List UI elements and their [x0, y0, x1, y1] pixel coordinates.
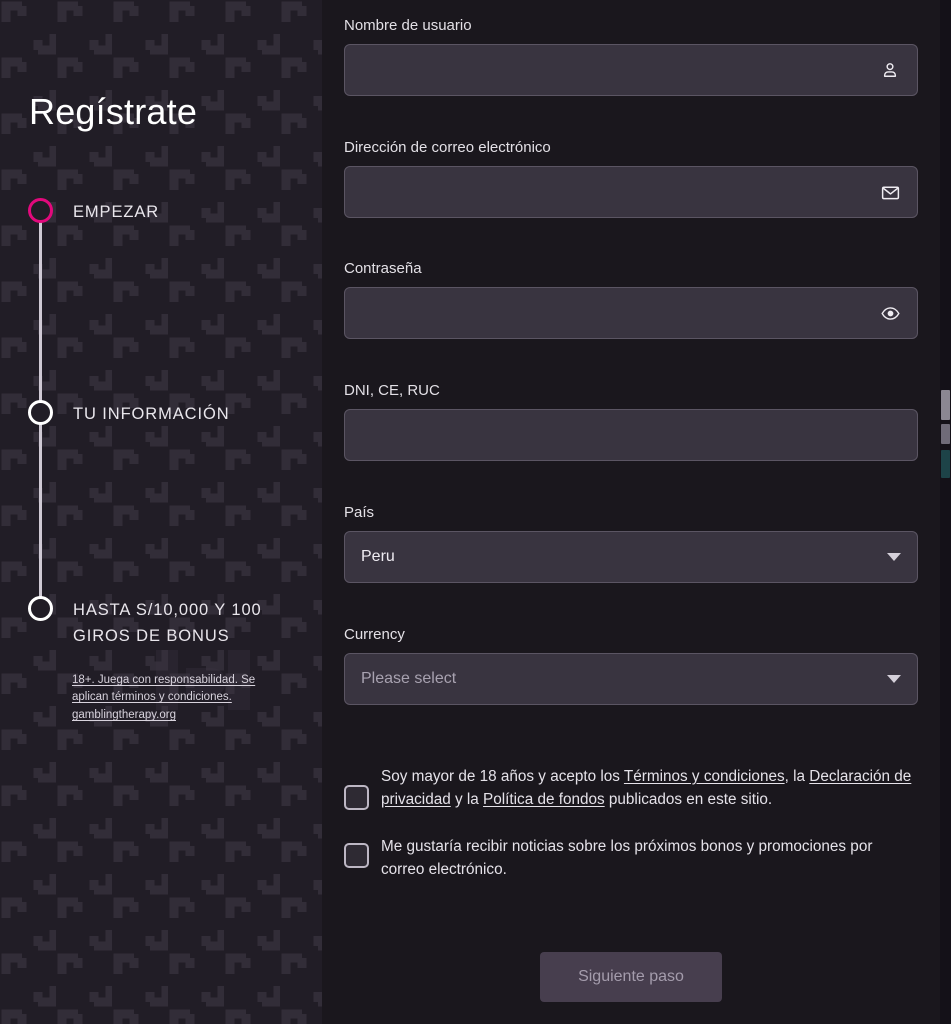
sidebar-content: Regístrate EMPEZAR TU INFORMACIÓN HASTA …: [0, 0, 322, 1024]
input-wrapper-username[interactable]: [344, 44, 918, 96]
field-email: Dirección de correo electrónico: [344, 139, 918, 218]
field-country: País Peru: [344, 504, 918, 583]
envelope-icon: [879, 181, 901, 203]
registration-form-panel: Nombre de usuario Dirección de correo el…: [322, 0, 951, 1024]
step-dot-icon-1: [28, 198, 53, 223]
label-currency: Currency: [344, 626, 405, 643]
marketing-checkbox[interactable]: [344, 842, 369, 868]
consent-row-terms: Soy mayor de 18 años y acepto los Términ…: [344, 765, 924, 812]
label-dni: DNI, CE, RUC: [344, 382, 440, 399]
field-currency: Currency Please select: [344, 626, 918, 705]
username-input[interactable]: [361, 45, 879, 95]
label-password: Contraseña: [344, 260, 422, 277]
field-password: Contraseña: [344, 260, 918, 339]
country-select[interactable]: Peru: [344, 531, 918, 583]
chevron-down-icon-country: [887, 553, 901, 561]
field-username: Nombre de usuario: [344, 17, 918, 96]
right-edge-cutoff-region: [940, 0, 951, 1024]
email-input[interactable]: [361, 167, 879, 217]
terms-text-part-1: Soy mayor de 18 años y acepto los: [381, 768, 624, 785]
dni-input[interactable]: [361, 410, 901, 460]
registration-page: Regístrate EMPEZAR TU INFORMACIÓN HASTA …: [0, 0, 951, 1024]
user-icon: [879, 59, 901, 81]
funds-policy-link[interactable]: Política de fondos: [483, 791, 605, 808]
terms-checkbox[interactable]: [344, 785, 369, 810]
country-select-value: Peru: [361, 548, 395, 565]
label-email: Dirección de correo electrónico: [344, 139, 551, 156]
terms-text-part-4: publicados en este sitio.: [604, 791, 773, 809]
stepper-step-label-2: TU INFORMACIÓN: [73, 405, 230, 423]
chevron-down-icon-currency: [887, 675, 901, 683]
field-dni: DNI, CE, RUC: [344, 382, 918, 461]
cutoff-fragment-1: [941, 390, 950, 420]
registration-sidebar: Regístrate EMPEZAR TU INFORMACIÓN HASTA …: [0, 0, 322, 1024]
currency-select[interactable]: Please select: [344, 653, 918, 705]
cutoff-fragment-2: [941, 424, 950, 444]
terms-checkbox-label: Soy mayor de 18 años y acepto los Términ…: [381, 765, 915, 812]
stepper-step-label-3: HASTA S/10,000 Y 100 GIROS DE BONUS: [73, 601, 262, 645]
page-title: Regístrate: [29, 91, 198, 132]
label-country: País: [344, 504, 375, 521]
input-wrapper-dni[interactable]: [344, 409, 918, 461]
submit-button-wrapper: Siguiente paso: [344, 952, 918, 1002]
eye-icon[interactable]: [879, 302, 901, 324]
step-dot-icon-3: [28, 596, 53, 621]
label-username: Nombre de usuario: [344, 17, 472, 34]
password-input[interactable]: [361, 288, 879, 338]
currency-select-value: Please select: [361, 670, 457, 687]
marketing-checkbox-label: Me gustaría recibir noticias sobre los p…: [381, 837, 873, 879]
terms-text-part-3: y la: [450, 791, 484, 809]
input-wrapper-email[interactable]: [344, 166, 918, 218]
next-step-button[interactable]: Siguiente paso: [540, 952, 722, 1002]
terms-text-part-2: , la: [784, 768, 810, 785]
step-dot-icon-2: [28, 400, 53, 425]
responsible-gambling-disclaimer[interactable]: 18+. Juega con responsabilidad. Se aplic…: [72, 672, 284, 724]
input-wrapper-password[interactable]: [344, 287, 918, 339]
terms-and-conditions-link[interactable]: Términos y condiciones: [624, 768, 785, 785]
stepper-step-label-1: EMPEZAR: [73, 203, 160, 221]
consent-row-marketing: Me gustaría recibir noticias sobre los p…: [344, 835, 924, 882]
cutoff-fragment-3: [941, 450, 950, 478]
consent-checkbox-group: Soy mayor de 18 años y acepto los Términ…: [344, 765, 924, 882]
